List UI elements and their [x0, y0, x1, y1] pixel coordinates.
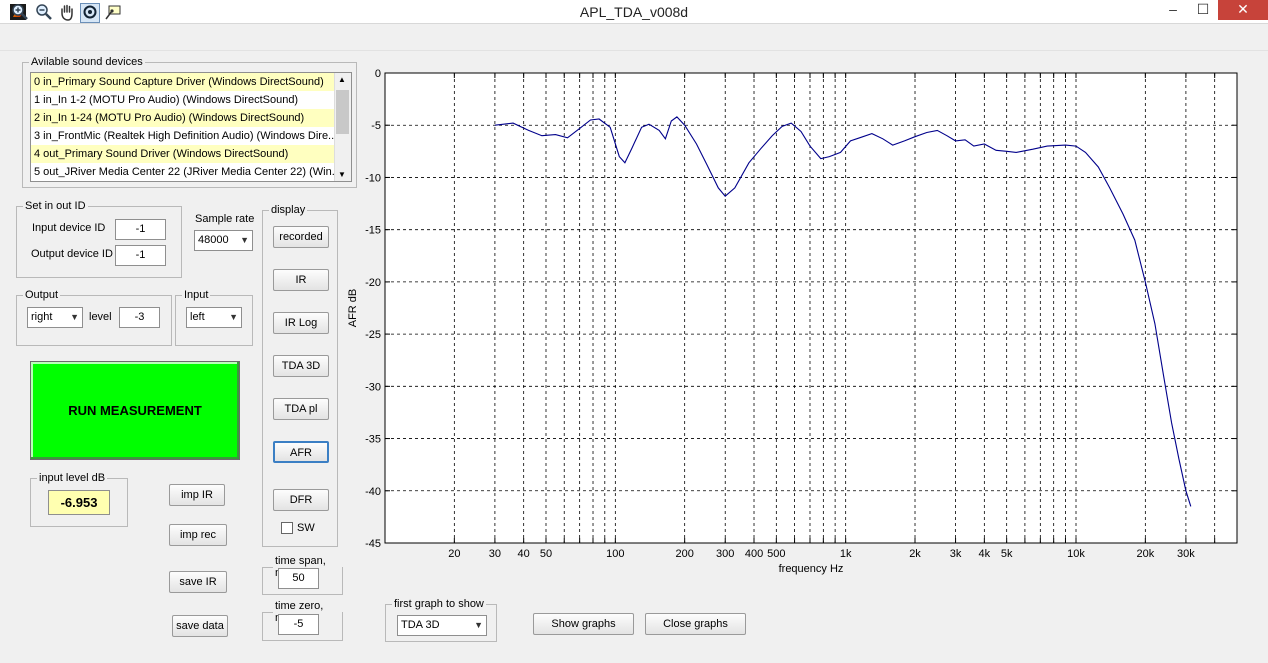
y-tick-label: -20: [365, 277, 381, 289]
x-tick-label: 20k: [1136, 548, 1154, 560]
x-tick-label: 300: [716, 548, 734, 560]
x-tick-label: 100: [606, 548, 624, 560]
x-axis-label: frequency Hz: [779, 563, 844, 575]
y-tick-label: -35: [365, 434, 381, 446]
y-tick-label: -5: [371, 120, 381, 132]
y-tick-label: 0: [375, 68, 381, 80]
x-tick-label: 500: [767, 548, 785, 560]
x-tick-label: 200: [675, 548, 693, 560]
y-tick-label: -45: [365, 538, 381, 550]
plot-area: [384, 72, 1238, 544]
x-tick-label: 4k: [979, 548, 991, 560]
x-tick-label: 2k: [909, 548, 921, 560]
x-tick-label: 30k: [1177, 548, 1195, 560]
y-tick-label: -40: [365, 486, 381, 498]
x-tick-label: 3k: [950, 548, 962, 560]
x-tick-label: 5k: [1001, 548, 1013, 560]
x-tick-label: 40: [518, 548, 530, 560]
afr-chart: 0 -5 -10 -15 -20 -25 -30 -35 -40 -45 20 30 40 50 100 20…: [347, 68, 1238, 575]
y-axis-label: AFR dB: [347, 289, 359, 328]
x-tick-label: 1k: [840, 548, 852, 560]
x-tick-label: 20: [448, 548, 460, 560]
x-tick-label: 400: [745, 548, 763, 560]
y-tick-label: -25: [365, 329, 381, 341]
x-tick-label: 10k: [1067, 548, 1085, 560]
y-tick-label: -30: [365, 381, 381, 393]
x-tick-label: 30: [489, 548, 501, 560]
y-tick-label: -10: [365, 172, 381, 184]
y-tick-label: -15: [365, 225, 381, 237]
x-tick-label: 50: [540, 548, 552, 560]
